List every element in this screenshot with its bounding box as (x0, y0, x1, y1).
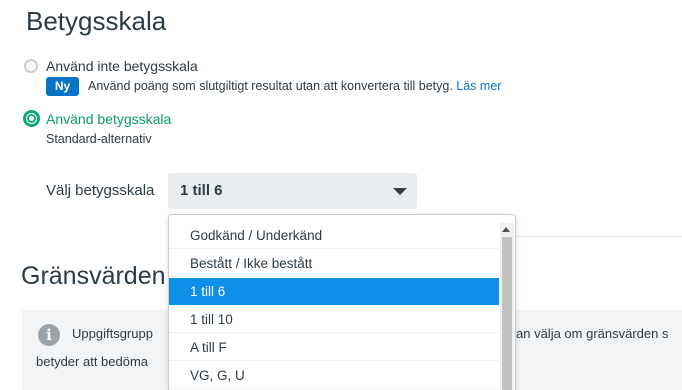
new-badge: Ny (46, 77, 79, 96)
use-scale-radio[interactable] (23, 110, 40, 127)
scroll-up-arrow-icon[interactable] (502, 227, 510, 232)
grade-scale-select-label: Välj betygsskala (46, 182, 155, 199)
grade-scale-select-value: 1 till 6 (180, 182, 223, 199)
no-scale-description-text: Använd poäng som slutgiltigt resultat ut… (88, 79, 453, 93)
use-scale-label[interactable]: Använd betygsskala (46, 111, 171, 127)
info-text: Uppgiftsgrupp (72, 326, 153, 341)
no-scale-label[interactable]: Använd inte betygsskala (46, 58, 198, 74)
dropdown-option[interactable]: 1 till 10 (169, 306, 499, 333)
info-icon: i (38, 324, 60, 346)
no-scale-radio[interactable] (24, 59, 38, 73)
dropdown-option[interactable]: A till F (169, 334, 499, 361)
read-more-link[interactable]: Läs mer (456, 79, 501, 93)
scrollbar-thumb[interactable] (502, 237, 512, 390)
caret-down-icon (393, 188, 407, 195)
grade-scale-dropdown: Godkänd / Underkänd Bestått / Ikke bestå… (168, 214, 516, 390)
default-option-note: Standard-alternativ (46, 132, 152, 146)
info-text-second-line: betyder att bedöma (36, 354, 149, 369)
dropdown-option[interactable]: Bestått / Ikke bestått (169, 250, 499, 277)
dropdown-option[interactable]: Godkänd / Underkänd (169, 222, 499, 249)
grade-scale-select[interactable]: 1 till 6 (168, 173, 417, 209)
page-title: Betygsskala (26, 6, 167, 36)
thresholds-title: Gränsvärden (21, 262, 166, 290)
info-text-right: an välja om gränsvärden s (516, 326, 669, 341)
no-scale-description: Använd poäng som slutgiltigt resultat ut… (88, 79, 501, 93)
dropdown-option[interactable]: VG, G, U (169, 362, 499, 389)
dropdown-option-selected[interactable]: 1 till 6 (169, 278, 499, 305)
